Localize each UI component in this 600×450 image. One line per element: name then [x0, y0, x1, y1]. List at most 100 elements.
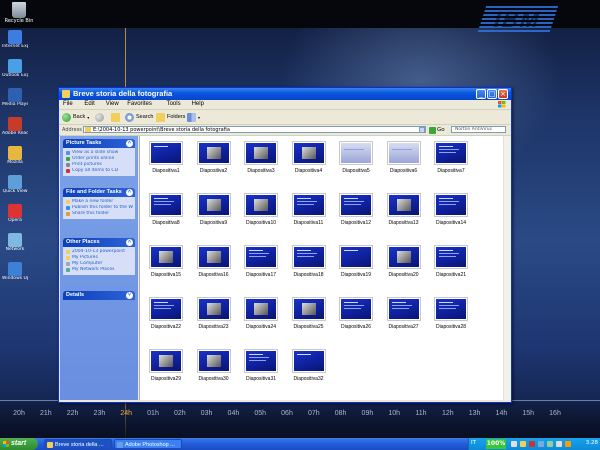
slide-thumbnail[interactable]: [386, 297, 421, 321]
tray-icon[interactable]: [547, 441, 553, 447]
task-link[interactable]: Share this folder: [66, 211, 133, 217]
slide-filename[interactable]: Diapositiva16: [191, 272, 237, 278]
slide-thumbnail[interactable]: [196, 193, 231, 217]
task-link[interactable]: My Network Places: [66, 267, 133, 273]
slide-filename[interactable]: Diapositiva22: [143, 324, 189, 330]
slide-filename[interactable]: Diapositiva11: [286, 220, 332, 226]
slide-thumbnail[interactable]: [386, 193, 421, 217]
slide-thumbnail[interactable]: [291, 297, 326, 321]
menu-item-view[interactable]: View: [106, 101, 119, 107]
norton-antivirus-box[interactable]: Norton AntiVirus: [451, 126, 506, 133]
slide-filename[interactable]: Diapositiva30: [191, 376, 237, 382]
slide-filename[interactable]: Diapositiva28: [428, 324, 474, 330]
slide-filename[interactable]: Diapositiva17: [238, 272, 284, 278]
tray-icon[interactable]: [520, 441, 526, 447]
slide-thumbnail[interactable]: [196, 141, 231, 165]
slide-thumbnail[interactable]: [339, 297, 373, 321]
slide-filename[interactable]: Diapositiva3: [238, 168, 284, 174]
minimize-button[interactable]: _: [476, 89, 486, 99]
slide-filename[interactable]: Diapositiva5: [333, 168, 379, 174]
picture-tasks-header[interactable]: Picture Tasks ˄: [63, 139, 135, 148]
menu-item-tools[interactable]: Tools: [167, 101, 181, 107]
other-places-header[interactable]: Other Places ˄: [63, 238, 135, 247]
slide-thumbnail[interactable]: [149, 141, 183, 165]
slide-thumbnail[interactable]: [291, 245, 326, 269]
slide-thumbnail[interactable]: [434, 245, 468, 269]
desktop-icon[interactable]: Adobe Reader: [2, 117, 28, 136]
slide-filename[interactable]: Diapositiva10: [238, 220, 284, 226]
views-button[interactable]: ▾: [187, 112, 200, 122]
forward-button[interactable]: [95, 112, 106, 122]
start-button[interactable]: start: [0, 438, 38, 450]
slide-filename[interactable]: Diapositiva15: [143, 272, 189, 278]
details-header[interactable]: Details ˅: [63, 291, 135, 300]
slide-filename[interactable]: Diapositiva20: [381, 272, 427, 278]
slide-filename[interactable]: Diapositiva8: [143, 220, 189, 226]
tray-icon[interactable]: [529, 441, 535, 447]
slide-thumbnail[interactable]: [244, 349, 278, 373]
slide-thumbnail[interactable]: [149, 245, 183, 269]
battery-indicator[interactable]: 100%: [486, 439, 506, 449]
menu-item-edit[interactable]: Edit: [84, 101, 94, 107]
slide-thumbnail[interactable]: [149, 297, 183, 321]
slide-filename[interactable]: Diapositiva9: [191, 220, 237, 226]
desktop-icon[interactable]: Network: [2, 233, 28, 252]
slide-thumbnail[interactable]: [196, 245, 231, 269]
tray-icon[interactable]: [511, 441, 517, 447]
slide-thumbnail[interactable]: [291, 349, 326, 373]
language-indicator[interactable]: IT: [471, 440, 476, 446]
desktop-icon[interactable]: Mozilla: [2, 146, 28, 165]
slide-filename[interactable]: Diapositiva29: [143, 376, 189, 382]
vertical-scrollbar[interactable]: [503, 136, 511, 400]
go-button[interactable]: Go: [429, 126, 445, 134]
slide-filename[interactable]: Diapositiva27: [381, 324, 427, 330]
menu-item-help[interactable]: Help: [192, 101, 204, 107]
slide-thumbnail[interactable]: [386, 141, 421, 165]
slide-thumbnail[interactable]: [196, 349, 231, 373]
slide-filename[interactable]: Diapositiva24: [238, 324, 284, 330]
slide-filename[interactable]: Diapositiva25: [286, 324, 332, 330]
tray-icon[interactable]: [556, 441, 562, 447]
slide-thumbnail[interactable]: [196, 297, 231, 321]
slide-thumbnail[interactable]: [244, 297, 278, 321]
slide-filename[interactable]: Diapositiva1: [143, 168, 189, 174]
taskbar-button-explorer[interactable]: Breve storia della ...: [44, 439, 112, 449]
recycle-bin-icon[interactable]: Recycle Bin: [2, 2, 36, 24]
slide-thumbnail[interactable]: [339, 141, 373, 165]
back-button[interactable]: Back ▾: [62, 112, 89, 122]
slide-thumbnail[interactable]: [339, 193, 373, 217]
slide-filename[interactable]: Diapositiva32: [286, 376, 332, 382]
slide-filename[interactable]: Diapositiva14: [428, 220, 474, 226]
tray-icon[interactable]: [538, 441, 544, 447]
slide-filename[interactable]: Diapositiva6: [381, 168, 427, 174]
desktop-icon[interactable]: Windows Update: [2, 262, 28, 281]
slide-thumbnail[interactable]: [291, 193, 326, 217]
slide-filename[interactable]: Diapositiva13: [381, 220, 427, 226]
slide-thumbnail[interactable]: [434, 193, 468, 217]
folders-button[interactable]: Folders: [156, 112, 185, 122]
tray-icon[interactable]: [565, 441, 571, 447]
up-button[interactable]: [111, 112, 122, 122]
search-button[interactable]: Search: [125, 112, 153, 122]
slide-thumbnail[interactable]: [434, 297, 468, 321]
clock[interactable]: 3.28: [586, 440, 598, 446]
slide-filename[interactable]: Diapositiva18: [286, 272, 332, 278]
slide-thumbnail[interactable]: [386, 245, 421, 269]
slide-filename[interactable]: Diapositiva7: [428, 168, 474, 174]
desktop-icon[interactable]: Media Player: [2, 88, 28, 107]
maximize-button[interactable]: □: [487, 89, 497, 99]
slide-filename[interactable]: Diapositiva4: [286, 168, 332, 174]
close-button[interactable]: ×: [498, 89, 508, 99]
slide-thumbnail[interactable]: [291, 141, 326, 165]
desktop-icon[interactable]: Outlook Express: [2, 59, 28, 78]
slide-filename[interactable]: Diapositiva23: [191, 324, 237, 330]
address-input[interactable]: E:\2004-10-13 powerpoint\Breve storia de…: [83, 126, 426, 133]
desktop-icon[interactable]: Internet Explorer: [2, 30, 28, 49]
slide-filename[interactable]: Diapositiva31: [238, 376, 284, 382]
file-folder-tasks-header[interactable]: File and Folder Tasks ˄: [63, 188, 135, 197]
slide-thumbnail[interactable]: [149, 193, 183, 217]
slide-thumbnail[interactable]: [339, 245, 373, 269]
taskbar-button-photoshop[interactable]: Adobe Photoshop ...: [114, 439, 182, 449]
slide-thumbnail[interactable]: [149, 349, 183, 373]
desktop-icon[interactable]: Opera: [2, 204, 28, 223]
